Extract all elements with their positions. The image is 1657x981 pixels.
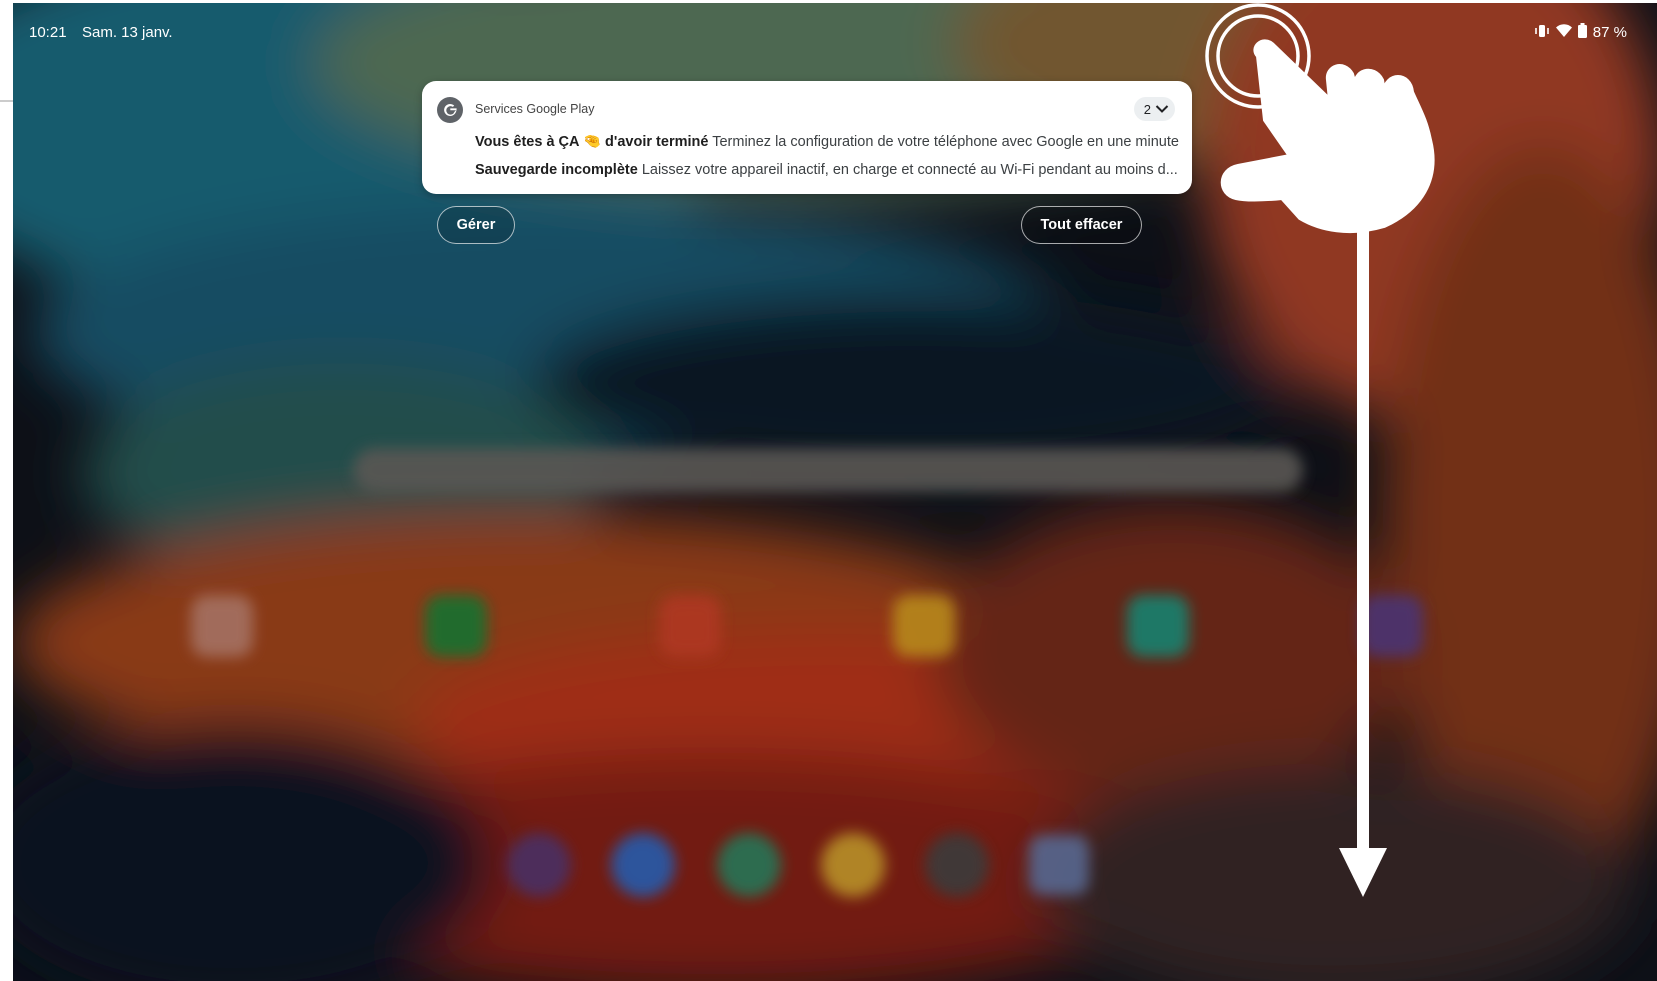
battery-icon bbox=[1577, 23, 1587, 42]
clear-all-button[interactable]: Tout effacer bbox=[1021, 206, 1142, 244]
status-icons: 87 % bbox=[1534, 23, 1627, 42]
notification-count: 2 bbox=[1143, 101, 1151, 117]
notification-card[interactable]: Services Google Play 2 Vous êtes à ÇA 🤏 … bbox=[422, 81, 1192, 194]
battery-percent: 87 % bbox=[1592, 24, 1627, 41]
vibrate-icon bbox=[1534, 24, 1550, 42]
notification-text: Laissez votre appareil inactif, en charg… bbox=[641, 162, 1178, 178]
tablet-screen: 10:21 Sam. 13 janv. 87 % Services Google… bbox=[13, 3, 1657, 981]
notification-title: Sauvegarde incomplète bbox=[475, 162, 638, 178]
wifi-icon bbox=[1555, 24, 1572, 41]
status-bar[interactable]: 10:21 Sam. 13 janv. 87 % bbox=[13, 3, 1657, 63]
notification-app-name: Services Google Play bbox=[475, 102, 595, 116]
chevron-down-icon bbox=[1155, 102, 1169, 117]
notification-text: Terminez la configuration de votre télép… bbox=[712, 134, 1179, 150]
manage-button[interactable]: Gérer bbox=[437, 206, 515, 244]
status-time: 10:21 bbox=[29, 24, 67, 41]
google-g-icon bbox=[437, 97, 463, 123]
status-date: Sam. 13 janv. bbox=[82, 24, 173, 41]
notification-title: Vous êtes à ÇA 🤏 d'avoir terminé bbox=[475, 134, 709, 150]
notification-item-setup[interactable]: Vous êtes à ÇA 🤏 d'avoir terminé Termine… bbox=[475, 133, 1180, 150]
notification-expand-button[interactable]: 2 bbox=[1133, 97, 1175, 121]
notification-item-backup[interactable]: Sauvegarde incomplète Laissez votre appa… bbox=[475, 162, 1180, 178]
